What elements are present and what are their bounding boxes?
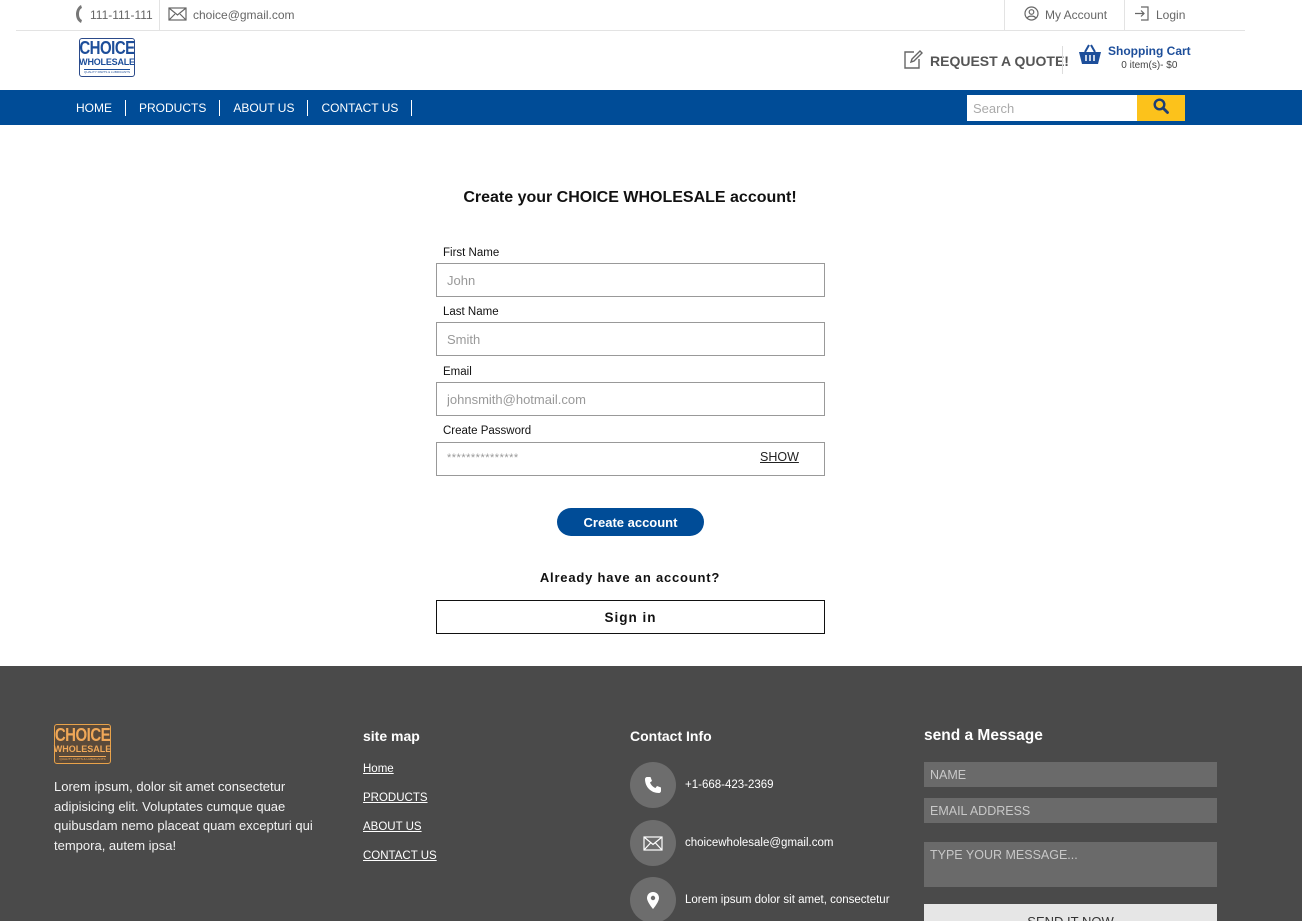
contact-phone[interactable]: +1-668-423-2369 bbox=[685, 779, 774, 791]
search-icon bbox=[1153, 97, 1169, 119]
footer-link-home[interactable]: Home bbox=[363, 763, 394, 775]
footer-logo-line2: WHOLESALE bbox=[53, 743, 112, 754]
request-quote-link[interactable]: REQUEST A QUOTE! bbox=[903, 49, 1069, 73]
login-icon bbox=[1133, 5, 1156, 25]
contact-phone-row: +1-668-423-2369 bbox=[630, 762, 774, 808]
send-message-heading: send a Message bbox=[924, 727, 1043, 744]
footer: CHOICE WHOLESALE QUALITY PARTS & LUBRICA… bbox=[0, 666, 1302, 921]
mail-icon bbox=[630, 820, 676, 866]
edit-icon bbox=[903, 49, 930, 73]
email-field[interactable] bbox=[436, 382, 825, 416]
mail-icon bbox=[168, 6, 193, 24]
footer-link-about-us[interactable]: ABOUT US bbox=[363, 821, 422, 833]
top-phone-text: 111-111-111 bbox=[90, 8, 153, 22]
message-name-field[interactable] bbox=[924, 762, 1217, 787]
request-quote-label: REQUEST A QUOTE! bbox=[930, 53, 1069, 69]
password-label: Create Password bbox=[443, 425, 532, 437]
sign-in-button[interactable]: Sign in bbox=[436, 600, 825, 634]
footer-logo-line1: CHOICE bbox=[54, 724, 111, 746]
contact-email[interactable]: choicewholesale@gmail.com bbox=[685, 837, 833, 849]
nav-about-us[interactable]: ABOUT US bbox=[220, 99, 309, 116]
login-link[interactable]: Login bbox=[1133, 0, 1185, 30]
nav-home[interactable]: HOME bbox=[63, 99, 126, 116]
logo-tagline: QUALITY PARTS & LUBRICANTS bbox=[83, 69, 130, 74]
send-message-button[interactable]: SEND IT NOW bbox=[924, 904, 1217, 921]
footer-link-products[interactable]: PRODUCTS bbox=[363, 792, 428, 804]
footer-link-contact-us[interactable]: CONTACT US bbox=[363, 850, 437, 862]
first-name-field[interactable] bbox=[436, 263, 825, 297]
page-title: Create your CHOICE WHOLESALE account! bbox=[463, 189, 797, 206]
phone-icon bbox=[630, 762, 676, 808]
divider bbox=[1004, 0, 1005, 30]
sitemap-heading: site map bbox=[363, 728, 420, 744]
my-account-link[interactable]: My Account bbox=[1024, 0, 1107, 30]
logo[interactable]: CHOICE WHOLESALE QUALITY PARTS & LUBRICA… bbox=[79, 38, 135, 77]
nav-contact-us[interactable]: CONTACT US bbox=[308, 99, 413, 116]
top-email[interactable]: choice@gmail.com bbox=[168, 0, 295, 30]
top-email-text: choice@gmail.com bbox=[193, 8, 295, 22]
already-have-account-text: Already have an account? bbox=[539, 570, 721, 585]
footer-logo[interactable]: CHOICE WHOLESALE QUALITY PARTS & LUBRICA… bbox=[54, 724, 111, 764]
email-label: Email bbox=[443, 366, 472, 378]
show-password-button[interactable]: SHOW bbox=[760, 450, 799, 464]
contact-info-heading: Contact Info bbox=[630, 728, 712, 744]
main-nav: HOME PRODUCTS ABOUT US CONTACT US bbox=[0, 90, 1302, 125]
contact-address-row: Lorem ipsum dolor sit amet, consectetur bbox=[630, 877, 890, 921]
message-textarea[interactable] bbox=[924, 842, 1217, 887]
search-input[interactable] bbox=[967, 95, 1137, 121]
contact-address: Lorem ipsum dolor sit amet, consectetur bbox=[685, 894, 890, 906]
header: CHOICE WHOLESALE QUALITY PARTS & LUBRICA… bbox=[0, 31, 1302, 90]
logo-line2: WHOLESALE bbox=[79, 57, 135, 67]
last-name-label: Last Name bbox=[443, 306, 499, 318]
user-circle-icon bbox=[1024, 6, 1045, 24]
top-bar: 111-111-111 choice@gmail.com My Account … bbox=[16, 0, 1245, 31]
nav-products[interactable]: PRODUCTS bbox=[126, 99, 221, 116]
cart-title: Shopping Cart bbox=[1108, 44, 1191, 58]
cart-summary: 0 item(s)- $0 bbox=[1121, 60, 1178, 71]
phone-icon bbox=[74, 4, 90, 27]
divider bbox=[1062, 46, 1063, 74]
contact-email-row: choicewholesale@gmail.com bbox=[630, 820, 833, 866]
logo-line1: CHOICE bbox=[79, 38, 135, 59]
login-label: Login bbox=[1156, 8, 1186, 22]
search-button[interactable] bbox=[1137, 95, 1185, 121]
top-phone[interactable]: 111-111-111 bbox=[74, 0, 153, 30]
footer-about-text: Lorem ipsum, dolor sit amet consectetur … bbox=[54, 779, 313, 853]
message-email-field[interactable] bbox=[924, 798, 1217, 823]
my-account-label: My Account bbox=[1045, 8, 1108, 22]
divider bbox=[159, 0, 160, 30]
first-name-label: First Name bbox=[443, 247, 500, 259]
create-account-button[interactable]: Create account bbox=[557, 508, 704, 536]
basket-icon bbox=[1078, 44, 1102, 71]
divider bbox=[1124, 0, 1125, 30]
shopping-cart[interactable]: Shopping Cart 0 item(s)- $0 bbox=[1078, 44, 1191, 71]
password-mask: *************** bbox=[447, 452, 519, 464]
location-icon bbox=[630, 877, 676, 921]
footer-logo-tagline: QUALITY PARTS & LUBRICANTS bbox=[59, 755, 106, 761]
last-name-field[interactable] bbox=[436, 322, 825, 356]
